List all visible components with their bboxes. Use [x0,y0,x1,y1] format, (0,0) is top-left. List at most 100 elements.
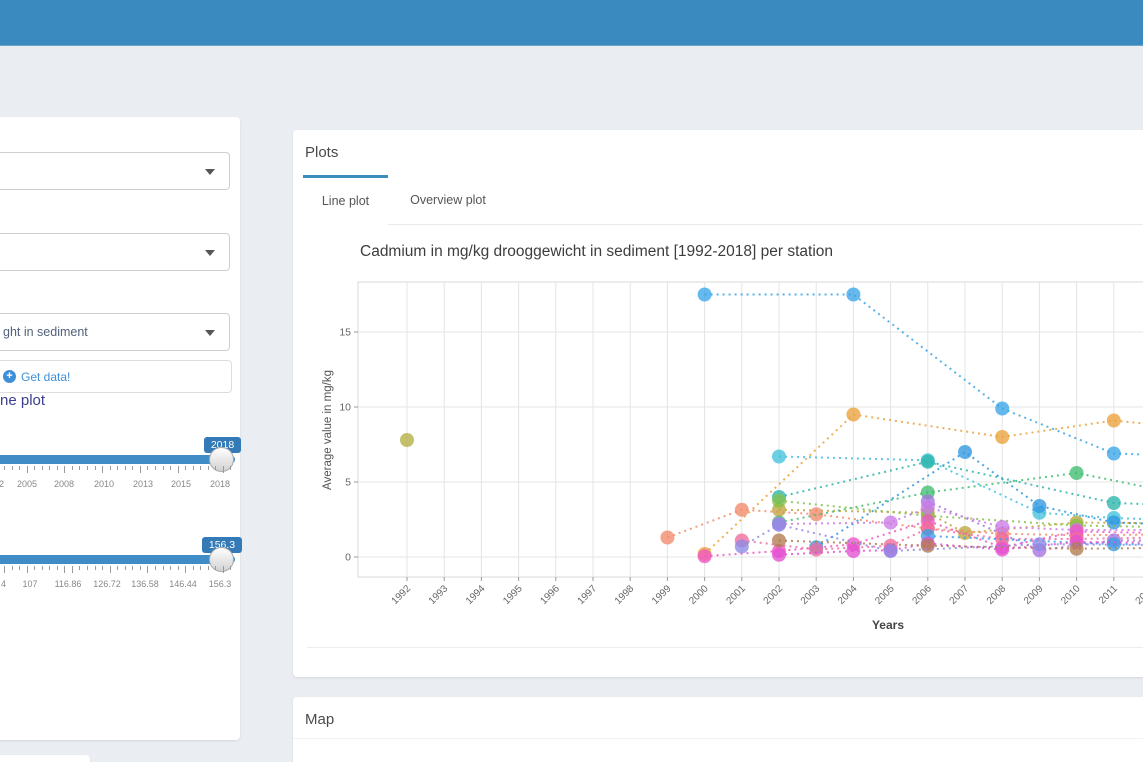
data-point [772,450,786,464]
slider-tick [185,566,186,573]
chevron-down-icon [205,169,215,175]
slider-tick [72,466,73,470]
y-tick-label: 10 [339,402,351,414]
slider-tick [208,466,209,470]
x-tick-label: 1996 [538,583,562,607]
slider-tick [185,466,186,470]
slider-tick [170,566,171,570]
slider-tick [200,466,201,470]
slider-tick [110,566,111,573]
chevron-down-icon [205,330,215,336]
slider-tick [223,566,224,573]
line-plot-canvas[interactable]: 0510151992199319941995199619971998199920… [293,270,1143,640]
plot-divider [307,647,1143,648]
tab-overview-plot[interactable]: Overview plot [388,175,508,225]
year-slider-track[interactable] [0,455,235,464]
slider-tick [95,466,96,470]
slider-tick [12,566,13,570]
map-header-divider [293,738,1143,739]
data-point [735,503,749,517]
tab-line-plot[interactable]: Line plot [303,175,388,225]
slider-tick [87,566,88,570]
slider-tick-label: 2008 [54,479,74,489]
next-card-peek [0,755,90,762]
x-tick-label: 2001 [724,583,748,607]
data-point [1070,466,1084,480]
slider-tick-label: 126.72 [93,579,121,589]
x-tick-label: 1994 [464,583,488,607]
slider-tick [193,566,194,570]
slider-tick-label: 136.58 [131,579,159,589]
chevron-down-icon [205,250,215,256]
slider-tick [42,466,43,470]
slider-tick [155,566,156,570]
data-point [1107,516,1121,530]
slider-tick [102,566,103,570]
controls-panel [0,117,240,740]
x-tick-label: 2003 [799,583,823,607]
slider-tick [102,466,103,473]
data-point [698,288,712,302]
data-point [995,520,1009,534]
select-3-value: ght in sediment [3,325,88,339]
slider-tick [4,466,5,470]
data-point [846,544,860,558]
x-tick-label: 2008 [985,583,1009,607]
data-point [400,433,414,447]
data-point [660,531,674,545]
get-data-button[interactable]: + Get data! [0,360,232,393]
slider-tick [155,466,156,470]
slider-tick [178,566,179,570]
x-tick-label: 2007 [948,583,972,607]
select-input-parameter[interactable]: ght in sediment [0,313,230,351]
data-point [1107,496,1121,510]
data-point [921,501,935,515]
data-point [809,543,823,557]
data-point [958,445,972,459]
x-tick-label: 1998 [613,583,637,607]
slider-tick [12,466,13,470]
value-slider-track[interactable] [0,555,235,564]
slider-tick-label: 2013 [133,479,153,489]
slider-tick [178,466,179,473]
slider-tick [4,566,5,573]
data-point [1107,414,1121,428]
x-tick-label: 1999 [650,583,674,607]
app-stage: ght in sediment + Get data! ne plot 2018… [0,0,1143,762]
slider-tick-label: 2018 [210,479,230,489]
data-point [921,539,935,553]
slider-tick-label: 4 [1,579,6,589]
x-tick-label: 2000 [687,583,711,607]
data-point [846,288,860,302]
slider-tick [34,466,35,470]
slider-tick [87,466,88,470]
slider-tick [19,466,20,470]
slider-tick [57,566,58,570]
slider-tick-label: 2 [0,479,4,489]
select-input-2[interactable] [0,233,230,271]
data-point [772,494,786,508]
slider-tick [140,566,141,570]
data-point [772,518,786,532]
select-input-1[interactable] [0,152,230,190]
slider-tick [200,566,201,570]
data-point [995,430,1009,444]
slider-tick [72,566,73,573]
x-tick-label: 2012 [1134,583,1143,607]
slider-tick [49,466,50,470]
plot-area [358,282,1143,577]
data-point [1032,537,1046,551]
slider-tick [215,566,216,570]
slider-tick [163,566,164,570]
map-card-title: Map [305,711,334,728]
x-tick-label: 1995 [501,583,525,607]
slider-tick [125,566,126,570]
slider-tick [117,466,118,470]
plots-card-title: Plots [305,144,338,161]
slider-tick [140,466,141,473]
data-point [884,516,898,530]
y-axis-title: Average value in mg/kg [322,370,334,490]
slider-tick [19,566,20,570]
slider-tick [79,566,80,570]
slider-tick [230,466,231,470]
